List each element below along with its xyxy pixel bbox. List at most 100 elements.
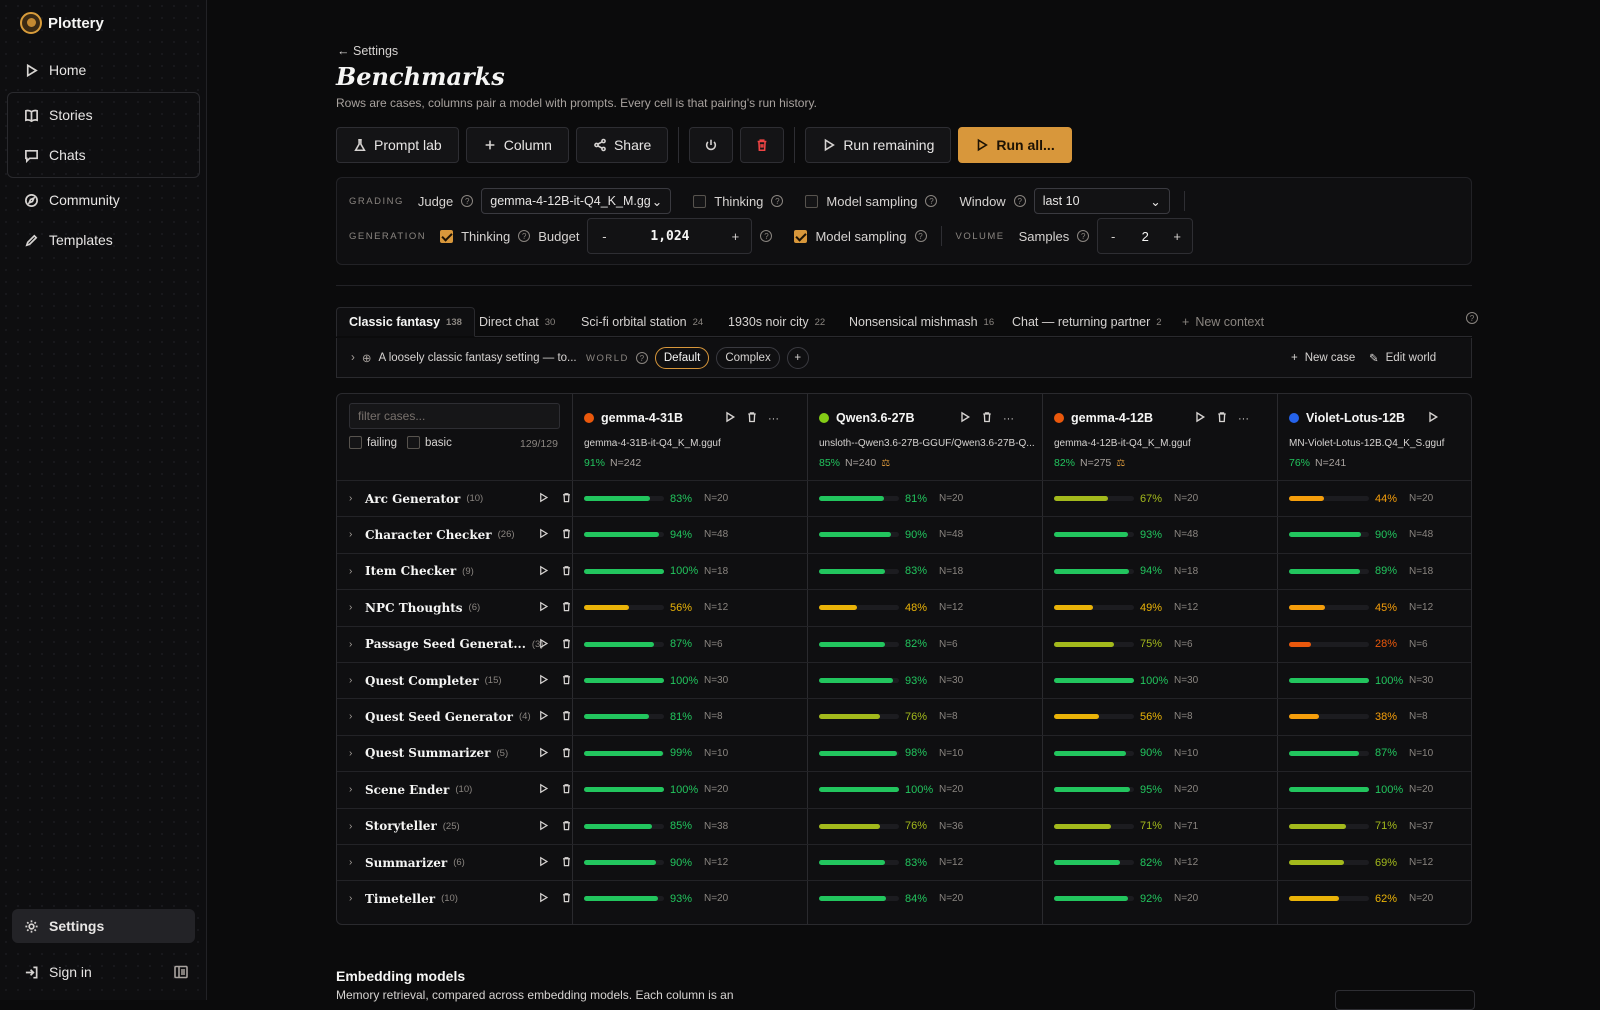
result-cell[interactable]: 100% N=20	[584, 771, 728, 808]
case-row-label[interactable]: › Quest Completer (15)	[349, 662, 572, 699]
play-icon[interactable]	[538, 746, 549, 761]
chevron-right-icon[interactable]: ›	[349, 639, 359, 650]
more-icon[interactable]: ···	[768, 413, 779, 425]
play-icon[interactable]	[538, 637, 549, 652]
result-cell[interactable]: 93% N=30	[819, 662, 963, 699]
help-icon[interactable]: ?	[461, 195, 474, 207]
chevron-right-icon[interactable]: ›	[349, 675, 359, 686]
tab-sci-fi[interactable]: Sci-fi orbital station 24	[569, 307, 715, 337]
help-icon[interactable]: ?	[518, 230, 531, 242]
samples-stepper[interactable]: - 2 +	[1097, 218, 1194, 254]
decrement-button[interactable]: -	[1098, 229, 1128, 244]
trash-icon[interactable]	[561, 782, 572, 797]
case-row-label[interactable]: › Item Checker (9)	[349, 553, 572, 590]
chevron-right-icon[interactable]: ›	[349, 602, 359, 613]
result-cell[interactable]: 93% N=48	[1054, 516, 1198, 553]
back-link[interactable]: ← Settings	[337, 44, 398, 58]
result-cell[interactable]: 67% N=20	[1054, 480, 1198, 517]
help-icon[interactable]: ?	[635, 352, 648, 364]
add-column-button[interactable]: Column	[465, 127, 569, 163]
result-cell[interactable]: 71% N=71	[1054, 808, 1198, 845]
trash-icon[interactable]	[561, 564, 572, 579]
result-cell[interactable]: 90% N=48	[819, 516, 963, 553]
help-icon[interactable]: ?	[914, 230, 927, 242]
result-cell[interactable]: 100% N=30	[1289, 662, 1433, 699]
case-row-label[interactable]: › Timeteller (10)	[349, 880, 572, 917]
brand[interactable]: Plottery	[20, 12, 104, 34]
case-row-label[interactable]: › Scene Ender (10)	[349, 771, 572, 808]
trash-icon[interactable]	[561, 600, 572, 615]
trash-icon[interactable]	[561, 855, 572, 870]
case-row-label[interactable]: › NPC Thoughts (6)	[349, 589, 572, 626]
help-icon[interactable]: ?	[771, 195, 784, 207]
trash-icon[interactable]	[981, 411, 993, 426]
case-row-label[interactable]: › Character Checker (26)	[349, 516, 572, 553]
help-icon[interactable]: ?	[1077, 230, 1090, 242]
chevron-right-icon[interactable]: ›	[349, 748, 359, 759]
window-select[interactable]: last 10 ⌄	[1033, 188, 1170, 214]
sidebar-item-chats[interactable]: Chats	[12, 138, 195, 172]
result-cell[interactable]: 83% N=20	[584, 480, 728, 517]
result-cell[interactable]: 48% N=12	[819, 589, 963, 626]
sidebar-item-community[interactable]: Community	[12, 183, 195, 217]
power-button[interactable]	[689, 127, 734, 163]
new-case-button[interactable]: + New case	[1291, 338, 1355, 378]
case-row-label[interactable]: › Arc Generator (10)	[349, 480, 572, 517]
prompt-lab-button[interactable]: Prompt lab	[336, 127, 459, 163]
help-icon[interactable]: ?	[1013, 195, 1026, 207]
result-cell[interactable]: 95% N=20	[1054, 771, 1198, 808]
increment-button[interactable]: +	[1162, 229, 1192, 244]
case-row-label[interactable]: › Passage Seed Generat... (3)	[349, 626, 572, 663]
run-remaining-button[interactable]: Run remaining	[805, 127, 952, 163]
result-cell[interactable]: 76% N=8	[819, 698, 958, 735]
result-cell[interactable]: 92% N=20	[1054, 880, 1198, 917]
result-cell[interactable]: 71% N=37	[1289, 808, 1433, 845]
judge-select[interactable]: gemma-4-12B-it-Q4_K_M.gguf ⌄	[481, 188, 672, 214]
result-cell[interactable]: 82% N=6	[819, 626, 958, 663]
result-cell[interactable]: 56% N=12	[584, 589, 728, 626]
trash-icon[interactable]	[561, 673, 572, 688]
more-icon[interactable]: ···	[1238, 413, 1249, 425]
play-icon[interactable]	[538, 819, 549, 834]
help-icon[interactable]: ?	[760, 230, 773, 242]
run-all-button[interactable]: Run all...	[958, 127, 1072, 163]
trash-icon[interactable]	[561, 527, 572, 542]
sidebar-item-settings[interactable]: Settings	[12, 909, 195, 943]
play-icon[interactable]	[959, 411, 971, 426]
sidebar-item-stories[interactable]: Stories	[12, 98, 195, 132]
trash-icon[interactable]	[561, 637, 572, 652]
result-cell[interactable]: 100% N=30	[584, 662, 728, 699]
play-icon[interactable]	[538, 564, 549, 579]
sidebar-item-templates[interactable]: Templates	[12, 223, 195, 257]
result-cell[interactable]: 94% N=18	[1054, 553, 1198, 590]
more-icon[interactable]: ···	[1003, 413, 1014, 425]
result-cell[interactable]: 98% N=10	[819, 735, 963, 772]
result-cell[interactable]: 89% N=18	[1289, 553, 1433, 590]
trash-icon[interactable]	[561, 819, 572, 834]
trash-icon[interactable]	[561, 891, 572, 906]
failing-filter[interactable]: failing	[349, 436, 397, 449]
chevron-right-icon[interactable]: ›	[349, 857, 359, 868]
play-icon[interactable]	[538, 600, 549, 615]
result-cell[interactable]: 99% N=10	[584, 735, 728, 772]
tab-direct-chat[interactable]: Direct chat 30	[467, 307, 567, 337]
context-description[interactable]: › ⊕ A loosely classic fantasy setting — …	[351, 338, 577, 378]
embedding-control[interactable]	[1335, 990, 1475, 1010]
result-cell[interactable]: 84% N=20	[819, 880, 963, 917]
play-icon[interactable]	[538, 891, 549, 906]
result-cell[interactable]: 87% N=10	[1289, 735, 1433, 772]
result-cell[interactable]: 81% N=8	[584, 698, 723, 735]
failing-checkbox[interactable]	[349, 436, 362, 449]
result-cell[interactable]: 83% N=12	[819, 844, 963, 881]
result-cell[interactable]: 76% N=36	[819, 808, 963, 845]
result-cell[interactable]: 44% N=20	[1289, 480, 1433, 517]
generation-thinking-checkbox[interactable]	[440, 229, 454, 243]
edit-world-button[interactable]: ✎ Edit world	[1369, 338, 1436, 378]
result-cell[interactable]: 85% N=38	[584, 808, 728, 845]
trash-icon[interactable]	[1216, 411, 1228, 426]
result-cell[interactable]: 62% N=20	[1289, 880, 1433, 917]
share-button[interactable]: Share	[575, 127, 669, 163]
result-cell[interactable]: 100% N=20	[819, 771, 963, 808]
result-cell[interactable]: 83% N=18	[819, 553, 963, 590]
result-cell[interactable]: 75% N=6	[1054, 626, 1193, 663]
